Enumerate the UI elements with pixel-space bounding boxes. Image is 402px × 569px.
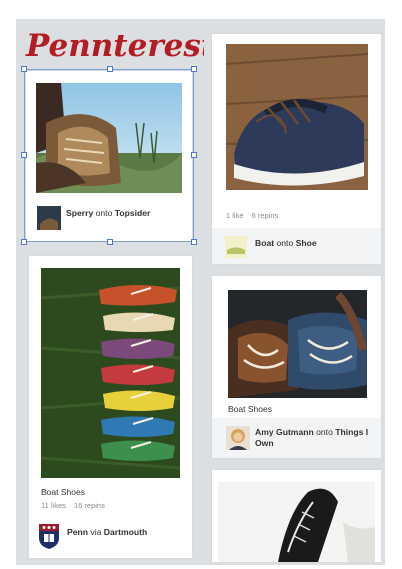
pin-stats-boat: 1 like 6 repins	[226, 211, 284, 220]
pinner-name[interactable]: Boat	[255, 238, 274, 248]
pin-card-amy[interactable]: Boat Shoes Amy Gutmann onto Things I Own	[212, 276, 381, 458]
repins-count[interactable]: 16 repins	[74, 501, 105, 510]
repins-count[interactable]: 6 repins	[252, 211, 279, 220]
pin-card-partial[interactable]	[212, 470, 381, 562]
pin-attribution-sperry: Sperry onto Topsider	[66, 208, 150, 219]
pinner-avatar-sperry[interactable]	[37, 206, 61, 230]
svg-text:Pennterest: Pennterest	[25, 28, 204, 64]
pin-attribution-penn: Penn via Dartmouth	[67, 527, 147, 538]
pin-attribution-amy: Amy Gutmann onto Things I Own	[255, 427, 375, 448]
pinner-name[interactable]: Penn	[67, 527, 88, 537]
pinner-name[interactable]: Amy Gutmann	[255, 427, 314, 437]
pin-card-sperry[interactable]: Sperry onto Topsider	[26, 71, 192, 241]
pin-caption-amy: Boat Shoes	[228, 404, 272, 414]
likes-count[interactable]: 11 likes	[41, 501, 66, 510]
pin-image-sperry[interactable]	[36, 83, 182, 193]
pin-stats-penn: 11 likes 16 repins	[41, 501, 111, 510]
pin-image-penn[interactable]	[41, 268, 180, 478]
board-prefix: onto	[276, 238, 294, 248]
pin-attribution-boat: Boat onto Shoe	[255, 238, 317, 249]
pinner-name[interactable]: Sperry	[66, 208, 93, 218]
board-prefix: onto	[95, 208, 113, 218]
board-name[interactable]: Dartmouth	[104, 527, 147, 537]
pinner-avatar-penn[interactable]	[37, 522, 61, 550]
board-name[interactable]: Shoe	[296, 238, 317, 248]
pin-image-amy[interactable]	[228, 290, 367, 398]
pin-image-boat[interactable]	[226, 44, 368, 190]
board-prefix: via	[90, 527, 102, 537]
pin-card-penn[interactable]: Boat Shoes 11 likes 16 repins Penn via D…	[29, 256, 192, 558]
pinner-avatar-amy[interactable]	[226, 426, 250, 450]
pin-image-partial[interactable]	[218, 482, 375, 562]
pin-card-boat[interactable]: 1 like 6 repins Boat onto Shoe	[212, 34, 381, 264]
board-name[interactable]: Topsider	[115, 208, 151, 218]
board-prefix: onto	[316, 427, 333, 437]
likes-count[interactable]: 1 like	[226, 211, 244, 220]
pin-caption-penn: Boat Shoes	[41, 487, 85, 497]
pennterest-logo[interactable]: Pennterest	[24, 22, 204, 68]
pinner-avatar-boat[interactable]	[225, 236, 247, 258]
